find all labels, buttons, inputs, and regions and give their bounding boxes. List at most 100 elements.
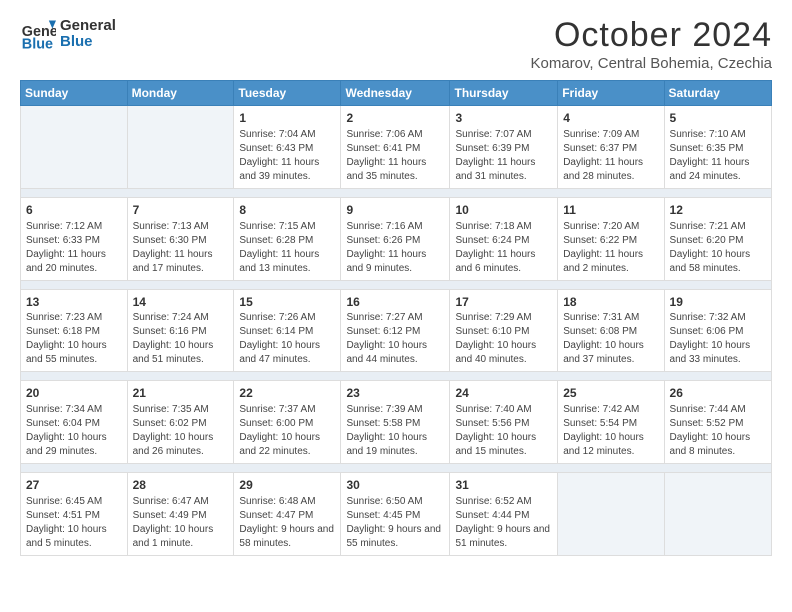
cell-info: Sunrise: 7:24 AM Sunset: 6:16 PM Dayligh… bbox=[133, 311, 229, 367]
cell-day-number: 17 bbox=[455, 294, 552, 311]
cell-day-number: 15 bbox=[239, 294, 335, 311]
calendar-cell: 30Sunrise: 6:50 AM Sunset: 4:45 PM Dayli… bbox=[341, 473, 450, 556]
cell-info: Sunrise: 7:37 AM Sunset: 6:00 PM Dayligh… bbox=[239, 403, 335, 459]
day-header-monday: Monday bbox=[127, 81, 234, 106]
calendar-cell: 29Sunrise: 6:48 AM Sunset: 4:47 PM Dayli… bbox=[234, 473, 341, 556]
calendar-cell: 8Sunrise: 7:15 AM Sunset: 6:28 PM Daylig… bbox=[234, 197, 341, 280]
divider-cell bbox=[21, 464, 772, 473]
page: General Blue General Blue October 2024 K… bbox=[0, 0, 792, 612]
cell-info: Sunrise: 7:06 AM Sunset: 6:41 PM Dayligh… bbox=[346, 128, 444, 184]
calendar-week-2: 6Sunrise: 7:12 AM Sunset: 6:33 PM Daylig… bbox=[21, 197, 772, 280]
svg-text:Blue: Blue bbox=[22, 36, 53, 52]
cell-info: Sunrise: 6:52 AM Sunset: 4:44 PM Dayligh… bbox=[455, 495, 552, 551]
week-divider bbox=[21, 464, 772, 473]
calendar-cell: 2Sunrise: 7:06 AM Sunset: 6:41 PM Daylig… bbox=[341, 106, 450, 189]
week-divider bbox=[21, 372, 772, 381]
week-divider bbox=[21, 280, 772, 289]
calendar-cell: 3Sunrise: 7:07 AM Sunset: 6:39 PM Daylig… bbox=[450, 106, 558, 189]
calendar-cell bbox=[21, 106, 128, 189]
cell-day-number: 21 bbox=[133, 385, 229, 402]
calendar-cell: 17Sunrise: 7:29 AM Sunset: 6:10 PM Dayli… bbox=[450, 289, 558, 372]
cell-day-number: 25 bbox=[563, 385, 658, 402]
day-header-friday: Friday bbox=[558, 81, 664, 106]
calendar-cell: 21Sunrise: 7:35 AM Sunset: 6:02 PM Dayli… bbox=[127, 381, 234, 464]
cell-day-number: 18 bbox=[563, 294, 658, 311]
location-title: Komarov, Central Bohemia, Czechia bbox=[531, 55, 773, 72]
cell-day-number: 3 bbox=[455, 110, 552, 127]
calendar-week-5: 27Sunrise: 6:45 AM Sunset: 4:51 PM Dayli… bbox=[21, 473, 772, 556]
cell-day-number: 24 bbox=[455, 385, 552, 402]
cell-info: Sunrise: 6:48 AM Sunset: 4:47 PM Dayligh… bbox=[239, 495, 335, 551]
calendar-cell: 11Sunrise: 7:20 AM Sunset: 6:22 PM Dayli… bbox=[558, 197, 664, 280]
calendar-cell: 14Sunrise: 7:24 AM Sunset: 6:16 PM Dayli… bbox=[127, 289, 234, 372]
cell-info: Sunrise: 7:26 AM Sunset: 6:14 PM Dayligh… bbox=[239, 311, 335, 367]
cell-day-number: 12 bbox=[670, 202, 766, 219]
calendar: SundayMondayTuesdayWednesdayThursdayFrid… bbox=[20, 80, 772, 556]
divider-cell bbox=[21, 280, 772, 289]
cell-info: Sunrise: 6:45 AM Sunset: 4:51 PM Dayligh… bbox=[26, 495, 122, 551]
cell-day-number: 8 bbox=[239, 202, 335, 219]
day-header-thursday: Thursday bbox=[450, 81, 558, 106]
day-header-saturday: Saturday bbox=[664, 81, 771, 106]
calendar-cell: 25Sunrise: 7:42 AM Sunset: 5:54 PM Dayli… bbox=[558, 381, 664, 464]
calendar-week-1: 1Sunrise: 7:04 AM Sunset: 6:43 PM Daylig… bbox=[21, 106, 772, 189]
cell-info: Sunrise: 7:18 AM Sunset: 6:24 PM Dayligh… bbox=[455, 220, 552, 276]
day-header-wednesday: Wednesday bbox=[341, 81, 450, 106]
calendar-cell: 18Sunrise: 7:31 AM Sunset: 6:08 PM Dayli… bbox=[558, 289, 664, 372]
calendar-cell: 15Sunrise: 7:26 AM Sunset: 6:14 PM Dayli… bbox=[234, 289, 341, 372]
cell-day-number: 22 bbox=[239, 385, 335, 402]
calendar-cell: 16Sunrise: 7:27 AM Sunset: 6:12 PM Dayli… bbox=[341, 289, 450, 372]
calendar-cell: 13Sunrise: 7:23 AM Sunset: 6:18 PM Dayli… bbox=[21, 289, 128, 372]
calendar-cell: 4Sunrise: 7:09 AM Sunset: 6:37 PM Daylig… bbox=[558, 106, 664, 189]
calendar-cell: 31Sunrise: 6:52 AM Sunset: 4:44 PM Dayli… bbox=[450, 473, 558, 556]
cell-info: Sunrise: 7:35 AM Sunset: 6:02 PM Dayligh… bbox=[133, 403, 229, 459]
cell-info: Sunrise: 7:07 AM Sunset: 6:39 PM Dayligh… bbox=[455, 128, 552, 184]
calendar-cell: 23Sunrise: 7:39 AM Sunset: 5:58 PM Dayli… bbox=[341, 381, 450, 464]
title-area: October 2024 Komarov, Central Bohemia, C… bbox=[531, 16, 773, 72]
cell-info: Sunrise: 7:27 AM Sunset: 6:12 PM Dayligh… bbox=[346, 311, 444, 367]
cell-info: Sunrise: 7:29 AM Sunset: 6:10 PM Dayligh… bbox=[455, 311, 552, 367]
week-divider bbox=[21, 188, 772, 197]
cell-day-number: 10 bbox=[455, 202, 552, 219]
calendar-header-row: SundayMondayTuesdayWednesdayThursdayFrid… bbox=[21, 81, 772, 106]
cell-info: Sunrise: 7:12 AM Sunset: 6:33 PM Dayligh… bbox=[26, 220, 122, 276]
calendar-cell: 10Sunrise: 7:18 AM Sunset: 6:24 PM Dayli… bbox=[450, 197, 558, 280]
calendar-cell: 6Sunrise: 7:12 AM Sunset: 6:33 PM Daylig… bbox=[21, 197, 128, 280]
cell-info: Sunrise: 7:40 AM Sunset: 5:56 PM Dayligh… bbox=[455, 403, 552, 459]
cell-info: Sunrise: 7:13 AM Sunset: 6:30 PM Dayligh… bbox=[133, 220, 229, 276]
calendar-cell: 1Sunrise: 7:04 AM Sunset: 6:43 PM Daylig… bbox=[234, 106, 341, 189]
calendar-cell: 5Sunrise: 7:10 AM Sunset: 6:35 PM Daylig… bbox=[664, 106, 771, 189]
cell-info: Sunrise: 7:09 AM Sunset: 6:37 PM Dayligh… bbox=[563, 128, 658, 184]
cell-info: Sunrise: 7:20 AM Sunset: 6:22 PM Dayligh… bbox=[563, 220, 658, 276]
day-header-tuesday: Tuesday bbox=[234, 81, 341, 106]
divider-cell bbox=[21, 188, 772, 197]
cell-info: Sunrise: 7:44 AM Sunset: 5:52 PM Dayligh… bbox=[670, 403, 766, 459]
cell-info: Sunrise: 7:16 AM Sunset: 6:26 PM Dayligh… bbox=[346, 220, 444, 276]
cell-day-number: 19 bbox=[670, 294, 766, 311]
cell-day-number: 9 bbox=[346, 202, 444, 219]
cell-day-number: 1 bbox=[239, 110, 335, 127]
cell-day-number: 7 bbox=[133, 202, 229, 219]
cell-day-number: 14 bbox=[133, 294, 229, 311]
calendar-cell: 27Sunrise: 6:45 AM Sunset: 4:51 PM Dayli… bbox=[21, 473, 128, 556]
cell-day-number: 26 bbox=[670, 385, 766, 402]
cell-day-number: 6 bbox=[26, 202, 122, 219]
logo-blue: Blue bbox=[60, 34, 116, 51]
cell-info: Sunrise: 7:34 AM Sunset: 6:04 PM Dayligh… bbox=[26, 403, 122, 459]
cell-day-number: 2 bbox=[346, 110, 444, 127]
cell-day-number: 31 bbox=[455, 477, 552, 494]
cell-day-number: 20 bbox=[26, 385, 122, 402]
calendar-cell bbox=[127, 106, 234, 189]
cell-day-number: 27 bbox=[26, 477, 122, 494]
cell-info: Sunrise: 7:31 AM Sunset: 6:08 PM Dayligh… bbox=[563, 311, 658, 367]
cell-info: Sunrise: 7:42 AM Sunset: 5:54 PM Dayligh… bbox=[563, 403, 658, 459]
calendar-cell: 28Sunrise: 6:47 AM Sunset: 4:49 PM Dayli… bbox=[127, 473, 234, 556]
month-title: October 2024 bbox=[531, 16, 773, 55]
cell-day-number: 11 bbox=[563, 202, 658, 219]
cell-day-number: 30 bbox=[346, 477, 444, 494]
cell-day-number: 29 bbox=[239, 477, 335, 494]
cell-info: Sunrise: 7:39 AM Sunset: 5:58 PM Dayligh… bbox=[346, 403, 444, 459]
day-header-sunday: Sunday bbox=[21, 81, 128, 106]
calendar-cell: 24Sunrise: 7:40 AM Sunset: 5:56 PM Dayli… bbox=[450, 381, 558, 464]
logo-general: General bbox=[60, 18, 116, 35]
